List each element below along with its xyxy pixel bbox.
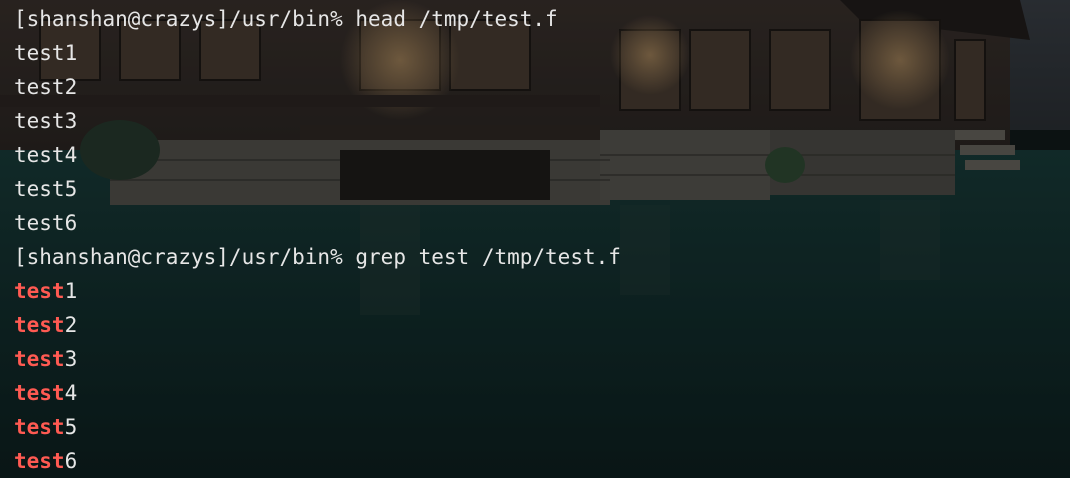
grep-result-line: test6 [14, 444, 621, 478]
grep-match-highlight: test [14, 449, 65, 473]
command-line: [shanshan@crazys]/usr/bin% head /tmp/tes… [14, 2, 621, 36]
shell-prompt: [shanshan@crazys]/usr/bin% [14, 245, 343, 269]
grep-result-line: test2 [14, 308, 621, 342]
grep-result-line: test5 [14, 410, 621, 444]
output-line: test1 [14, 41, 78, 65]
output-line: test3 [14, 109, 78, 133]
grep-match-highlight: test [14, 313, 65, 337]
command-text: head /tmp/test.f [355, 7, 558, 31]
grep-result-line: test4 [14, 376, 621, 410]
grep-match-highlight: test [14, 415, 65, 439]
grep-match-highlight: test [14, 381, 65, 405]
output-line: test5 [14, 177, 78, 201]
shell-prompt: [shanshan@crazys]/usr/bin% [14, 7, 343, 31]
terminal-window[interactable]: [shanshan@crazys]/usr/bin% head /tmp/tes… [0, 0, 1070, 478]
grep-match-rest: 6 [64, 449, 78, 473]
grep-result-line: test1 [14, 274, 621, 308]
grep-result-line: test3 [14, 342, 621, 376]
output-line: test6 [14, 211, 78, 235]
command-text: grep test /tmp/test.f [355, 245, 621, 269]
grep-match-rest: 2 [64, 313, 78, 337]
grep-match-rest: 1 [64, 279, 78, 303]
output-line: test4 [14, 143, 78, 167]
terminal-output[interactable]: [shanshan@crazys]/usr/bin% head /tmp/tes… [14, 2, 621, 478]
command-line: [shanshan@crazys]/usr/bin% grep test /tm… [14, 240, 621, 274]
grep-match-rest: 4 [64, 381, 78, 405]
grep-match-rest: 3 [64, 347, 78, 371]
grep-match-rest: 5 [64, 415, 78, 439]
grep-match-highlight: test [14, 279, 65, 303]
output-line: test2 [14, 75, 78, 99]
grep-match-highlight: test [14, 347, 65, 371]
